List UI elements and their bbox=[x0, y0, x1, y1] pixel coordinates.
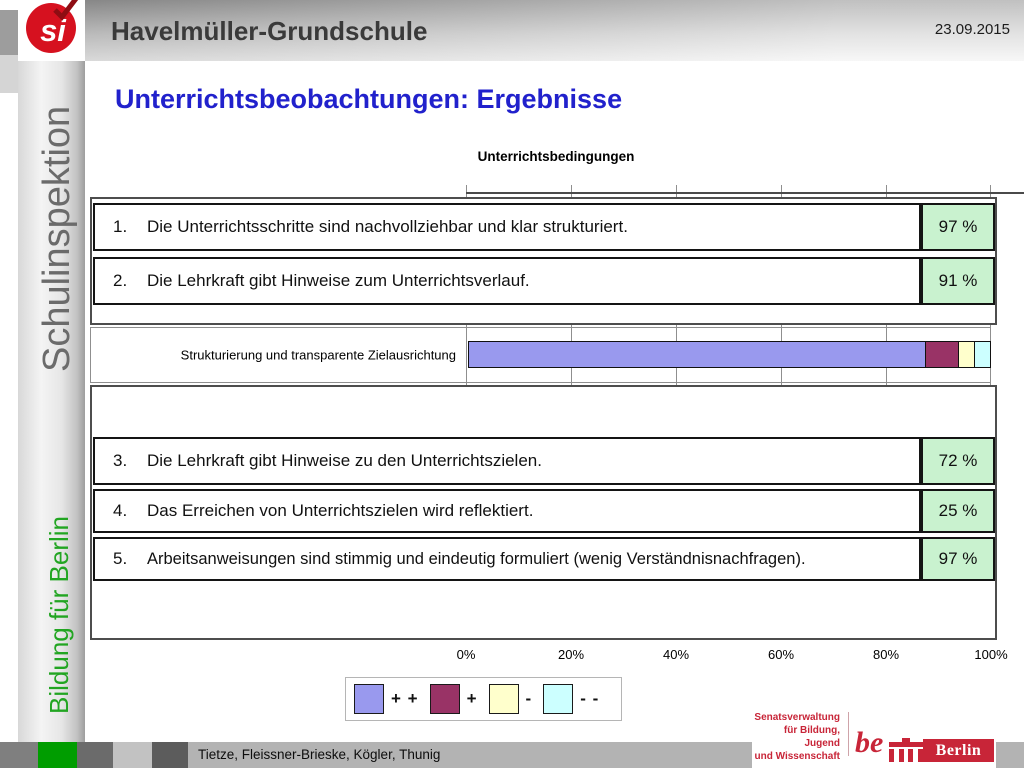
x-axis-label: 20% bbox=[541, 647, 601, 662]
legend-swatch-minus bbox=[489, 684, 519, 714]
statement-number: 2. bbox=[95, 271, 147, 291]
statement-text: Die Lehrkraft gibt Hinweise zu den Unter… bbox=[147, 451, 542, 471]
x-axis-label: 40% bbox=[646, 647, 706, 662]
slide: Havelmüller-Grundschule 23.09.2015 si Sc… bbox=[0, 0, 1024, 768]
sidebar-label-bildung-fuer-berlin: Bildung für Berlin bbox=[44, 516, 75, 714]
senate-line: und Wissenschaft bbox=[750, 750, 840, 763]
bar-segment-plus bbox=[925, 342, 958, 367]
checkmark-icon bbox=[51, 0, 81, 23]
senate-logo-divider bbox=[848, 712, 849, 756]
statement-row: 2. Die Lehrkraft gibt Hinweise zum Unter… bbox=[93, 257, 921, 305]
statement-row: 5. Arbeitsanweisungen sind stimmig und e… bbox=[93, 537, 921, 581]
senate-line: für Bildung, Jugend bbox=[750, 724, 840, 750]
decorative-square-dark bbox=[0, 10, 18, 55]
school-name: Havelmüller-Grundschule bbox=[111, 16, 427, 47]
statement-text: Das Erreichen von Unterrichtszielen wird… bbox=[147, 501, 533, 521]
bar-segment-minus-minus bbox=[974, 342, 990, 367]
berlin-wordmark: Berlin bbox=[923, 739, 994, 762]
legend-swatch-plus-plus bbox=[354, 684, 384, 714]
legend-label-plus-plus: + + bbox=[391, 689, 419, 709]
statement-text: Die Lehrkraft gibt Hinweise zum Unterric… bbox=[147, 271, 530, 291]
legend: + + + - - - bbox=[345, 677, 622, 721]
chart-title: Unterrichtsbedingungen bbox=[300, 149, 812, 164]
legend-label-minus: - bbox=[526, 689, 533, 709]
brandenburg-gate-icon bbox=[889, 738, 923, 762]
category-band-line bbox=[466, 327, 991, 328]
footer-square-gray bbox=[77, 742, 113, 768]
statement-row: 1. Die Unterrichtsschritte sind nachvoll… bbox=[93, 203, 921, 251]
legend-label-plus: + bbox=[467, 689, 478, 709]
si-logo: si bbox=[18, 0, 85, 61]
footer-square-green bbox=[38, 742, 77, 768]
statement-value: 72 % bbox=[921, 437, 995, 485]
footer-authors: Tietze, Fleissner-Brieske, Kögler, Thuni… bbox=[198, 742, 440, 768]
statement-value: 97 % bbox=[921, 203, 995, 251]
footer-square-dark bbox=[152, 742, 188, 768]
sidebar-label-schulinspektion: Schulinspektion bbox=[36, 106, 79, 372]
statements-box-upper: 1. Die Unterrichtsschritte sind nachvoll… bbox=[90, 197, 997, 325]
footer-square-gray bbox=[0, 742, 38, 768]
statement-number: 3. bbox=[95, 451, 147, 471]
statement-value: 91 % bbox=[921, 257, 995, 305]
bar-segment-plus-plus bbox=[469, 342, 925, 367]
statement-text: Die Unterrichtsschritte sind nachvollzie… bbox=[147, 217, 628, 237]
legend-swatch-minus-minus bbox=[543, 684, 573, 714]
x-axis-label: 60% bbox=[751, 647, 811, 662]
category-label-box: Strukturierung und transparente Zielausr… bbox=[90, 327, 467, 383]
slide-date: 23.09.2015 bbox=[935, 21, 1010, 38]
statement-row: 4. Das Erreichen von Unterrichtszielen w… bbox=[93, 489, 921, 533]
category-label: Strukturierung und transparente Zielausr… bbox=[181, 348, 456, 363]
category-band-line bbox=[466, 382, 991, 383]
senate-logo-text: Senatsverwaltung für Bildung, Jugend und… bbox=[750, 711, 840, 763]
decorative-square-light bbox=[0, 55, 18, 93]
statement-number: 5. bbox=[95, 549, 147, 569]
statement-value: 25 % bbox=[921, 489, 995, 533]
page-title: Unterrichtsbeobachtungen: Ergebnisse bbox=[115, 84, 622, 115]
legend-swatch-plus bbox=[430, 684, 460, 714]
header-bar: Havelmüller-Grundschule 23.09.2015 bbox=[85, 0, 1024, 61]
be-berlin-be-text: be bbox=[855, 726, 883, 760]
x-axis-label: 0% bbox=[436, 647, 496, 662]
bar-segment-minus bbox=[958, 342, 974, 367]
statement-text: Arbeitsanweisungen sind stimmig und eind… bbox=[147, 550, 806, 569]
x-axis-label: 80% bbox=[856, 647, 916, 662]
plot-top-border bbox=[466, 192, 1024, 194]
statement-number: 1. bbox=[95, 217, 147, 237]
statements-box-lower: 3. Die Lehrkraft gibt Hinweise zu den Un… bbox=[90, 385, 997, 640]
statement-number: 4. bbox=[95, 501, 147, 521]
footer-square-light bbox=[113, 742, 152, 768]
legend-label-minus-minus: - - bbox=[580, 689, 599, 709]
statement-value: 97 % bbox=[921, 537, 995, 581]
stacked-bar bbox=[468, 341, 991, 368]
senate-line: Senatsverwaltung bbox=[750, 711, 840, 724]
x-axis-label: 100% bbox=[961, 647, 1021, 662]
statement-row: 3. Die Lehrkraft gibt Hinweise zu den Un… bbox=[93, 437, 921, 485]
